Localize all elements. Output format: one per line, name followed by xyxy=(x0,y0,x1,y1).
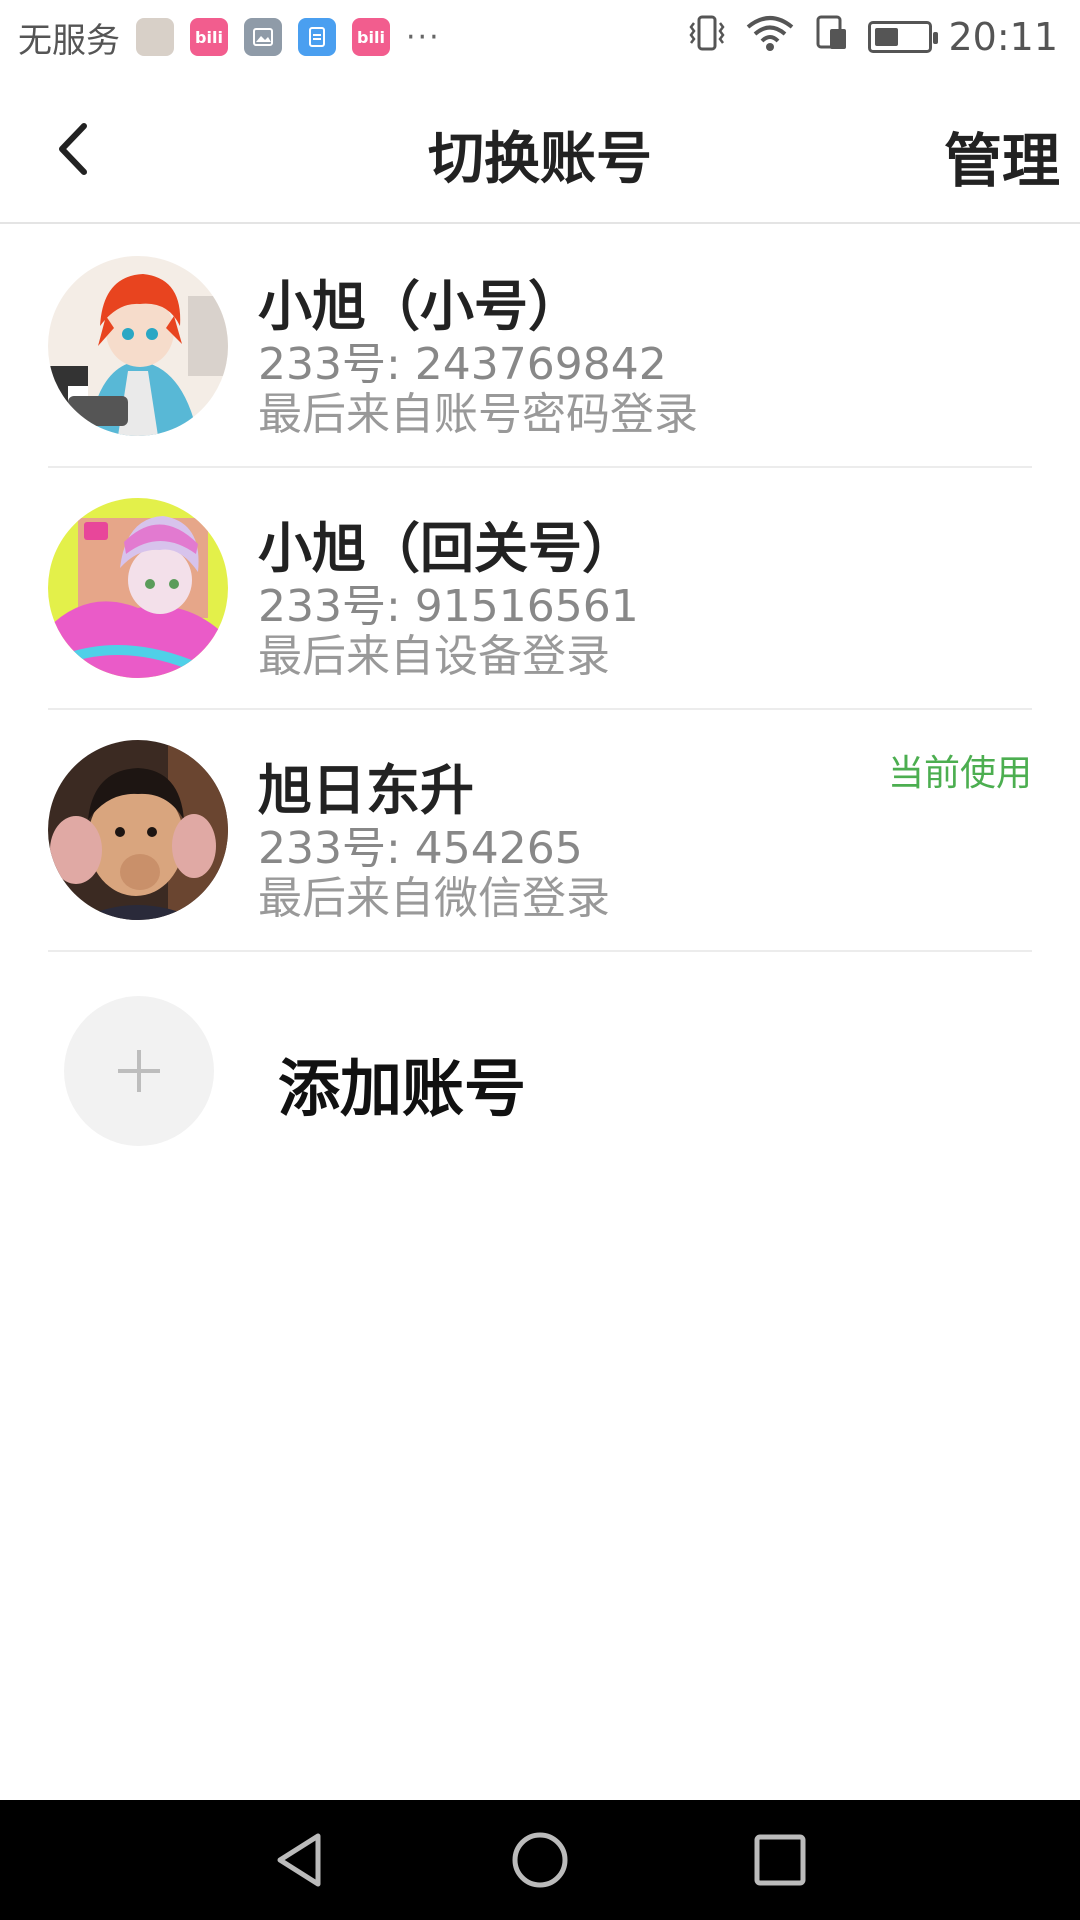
vibrate-icon xyxy=(686,13,728,61)
page-title: 切换账号 xyxy=(428,127,652,192)
account-item[interactable]: 小旭（小号） 233号: 243769842 最后来自账号密码登录 xyxy=(48,226,1032,468)
nav-home-button[interactable] xyxy=(510,1830,570,1890)
account-list: 小旭（小号） 233号: 243769842 最后来自账号密码登录 小旭（回关号… xyxy=(0,226,1080,952)
bilibili-icon: bili xyxy=(190,18,228,56)
battery-icon xyxy=(868,21,939,53)
bilibili-icon: bili xyxy=(352,18,390,56)
photo-app-icon xyxy=(136,18,174,56)
sim-card-icon xyxy=(812,13,852,61)
account-login-method: 最后来自设备登录 xyxy=(258,631,610,682)
file-icon xyxy=(298,18,336,56)
add-account-button[interactable]: 添加账号 xyxy=(0,990,1080,1150)
current-account-badge: 当前使用 xyxy=(887,753,1032,794)
add-account-label: 添加账号 xyxy=(278,1052,527,1125)
clock: 20:11 xyxy=(948,15,1058,59)
add-account-circle xyxy=(64,996,214,1146)
gallery-icon xyxy=(244,18,282,56)
navigation-bar xyxy=(0,1800,1080,1920)
plus-icon xyxy=(118,1050,160,1092)
circle-home-icon xyxy=(512,1832,568,1888)
square-recents-icon xyxy=(754,1834,806,1886)
avatar xyxy=(48,256,228,436)
status-bar-right: 20:11 xyxy=(686,13,1058,61)
battery-level xyxy=(875,28,898,46)
status-bar: 无服务 bili bili ··· 20:11 xyxy=(0,0,1080,74)
switch-account-screen: { "status_bar": { "carrier": "无服务", "tim… xyxy=(0,0,1080,1920)
account-item-current[interactable]: 旭日东升 233号: 454265 最后来自微信登录 当前使用 xyxy=(48,710,1032,952)
wifi-icon xyxy=(744,13,796,61)
nav-recents-button[interactable] xyxy=(750,1830,810,1890)
avatar xyxy=(48,740,228,920)
status-bar-left: 无服务 bili bili ··· xyxy=(18,13,441,62)
triangle-back-icon xyxy=(277,1833,321,1887)
account-login-method: 最后来自账号密码登录 xyxy=(258,389,698,440)
carrier-label: 无服务 xyxy=(18,20,120,61)
account-item[interactable]: 小旭（回关号） 233号: 91516561 最后来自设备登录 xyxy=(48,468,1032,710)
more-notifications-icon: ··· xyxy=(406,19,441,55)
nav-back-button[interactable] xyxy=(270,1830,330,1890)
avatar xyxy=(48,498,228,678)
header: 切换账号 管理 xyxy=(0,74,1080,224)
account-login-method: 最后来自微信登录 xyxy=(258,873,610,924)
manage-button[interactable]: 管理 xyxy=(944,114,1060,198)
